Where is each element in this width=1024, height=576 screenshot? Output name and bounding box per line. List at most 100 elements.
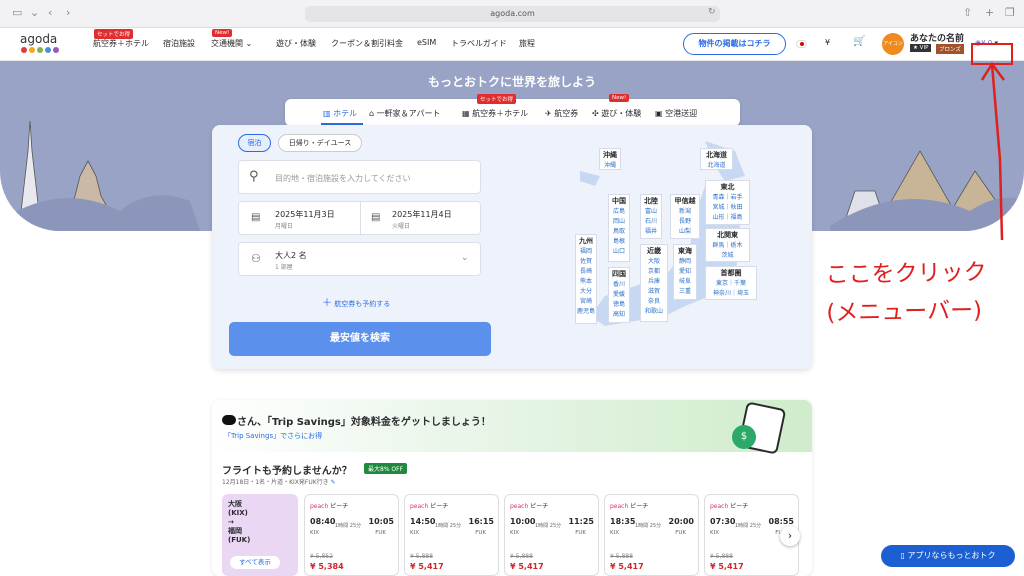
pref[interactable]: 滋賀 bbox=[641, 287, 667, 297]
carousel-next-button[interactable]: › bbox=[780, 526, 800, 546]
nav-item-transport[interactable]: 交通機関 ⌄ bbox=[211, 38, 252, 49]
pref[interactable]: 広島 bbox=[609, 207, 629, 217]
flight-card[interactable]: peach ピーチ 18:35 20:00 1時間 25分 KIX FUK ¥ 5,888 ¥… bbox=[604, 494, 699, 576]
pref[interactable]: 佐賀 bbox=[576, 257, 596, 267]
avatar[interactable]: アイコン bbox=[882, 33, 904, 55]
region-tokai[interactable]: 東海 静岡 愛知 岐阜 三重 bbox=[673, 244, 697, 300]
pref-hokkaido[interactable]: 北海道 bbox=[707, 162, 725, 169]
pref[interactable]: 香川 bbox=[609, 280, 629, 290]
region-okinawa[interactable]: 沖縄 沖縄 bbox=[599, 148, 621, 170]
pref[interactable]: 東京｜千葉 bbox=[706, 279, 756, 289]
new-tab-icon[interactable]: + bbox=[985, 6, 994, 19]
date-field[interactable]: ▤ 2025年11月3日 月曜日 ▤ 2025年11月4日 火曜日 bbox=[238, 201, 481, 235]
pref[interactable]: 兵庫 bbox=[641, 277, 667, 287]
pref[interactable]: 岐阜 bbox=[674, 277, 696, 287]
pref[interactable]: 熊本 bbox=[576, 277, 596, 287]
checkout-date[interactable]: 2025年11月4日 bbox=[392, 209, 452, 220]
pref[interactable]: 富山 bbox=[641, 207, 661, 217]
agoda-logo[interactable]: agoda bbox=[20, 32, 59, 53]
pref[interactable]: 大阪 bbox=[641, 257, 667, 267]
pref[interactable]: 新潟 bbox=[671, 207, 699, 217]
list-property-button[interactable]: 物件の掲載はコチラ bbox=[683, 33, 786, 55]
pref[interactable]: 静岡 bbox=[674, 257, 696, 267]
forward-icon[interactable]: › bbox=[66, 6, 70, 19]
pref[interactable]: 宮崎 bbox=[576, 297, 596, 307]
pref[interactable]: 三重 bbox=[674, 287, 696, 297]
pref[interactable]: 愛媛 bbox=[609, 290, 629, 300]
reload-icon[interactable]: ↻ bbox=[708, 7, 716, 17]
pref[interactable]: 群馬｜栃木 bbox=[706, 241, 749, 251]
pref[interactable]: 愛知 bbox=[674, 267, 696, 277]
address-bar[interactable]: agoda.com bbox=[305, 6, 720, 22]
pref[interactable]: 高知 bbox=[609, 310, 629, 320]
pref[interactable]: 岡山 bbox=[609, 217, 629, 227]
checkin-date[interactable]: 2025年11月3日 bbox=[275, 209, 335, 220]
share-icon[interactable]: ⇧ bbox=[963, 6, 972, 19]
region-chugoku[interactable]: 中国 広島 岡山 鳥取 島根 山口 bbox=[608, 194, 630, 262]
tab-hotel[interactable]: ▥ ホテル bbox=[323, 108, 357, 119]
nav-item-itinerary[interactable]: 旅程 bbox=[519, 38, 535, 49]
tab-flight-hotel[interactable]: ▦ 航空券＋ホテル bbox=[462, 108, 528, 119]
pref[interactable]: 長野 bbox=[671, 217, 699, 227]
region-kitakanto[interactable]: 北関東 群馬｜栃木 茨城 bbox=[705, 228, 750, 262]
pref-okinawa[interactable]: 沖縄 bbox=[604, 162, 616, 169]
search-button[interactable]: 最安値を検索 bbox=[229, 322, 491, 356]
nav-item-activities[interactable]: 遊び・体験 bbox=[276, 38, 316, 49]
pref[interactable]: 山形｜福島 bbox=[706, 213, 749, 223]
pref[interactable]: 茨城 bbox=[706, 251, 749, 261]
pref[interactable]: 山梨 bbox=[671, 227, 699, 237]
tabs-icon[interactable]: ❐ bbox=[1005, 6, 1015, 19]
region-koshinetsu[interactable]: 甲信越 新潟 長野 山梨 bbox=[670, 194, 700, 239]
add-flight-link[interactable]: ＋ 航空券も予約する bbox=[322, 294, 390, 309]
app-promo-button[interactable]: ▯ アプリならもっとおトク bbox=[881, 545, 1015, 567]
nav-item-stays[interactable]: 宿泊施設 bbox=[163, 38, 195, 49]
tab-activities[interactable]: ✣ 遊び・体験 bbox=[592, 108, 641, 119]
cart-icon[interactable]: 🛒 bbox=[853, 36, 865, 47]
pref[interactable]: 鳥取 bbox=[609, 227, 629, 237]
mode-overnight-pill[interactable]: 宿泊 bbox=[238, 134, 271, 152]
pref[interactable]: 徳島 bbox=[609, 300, 629, 310]
region-kinki[interactable]: 近畿 大阪 京都 兵庫 滋賀 奈良 和歌山 bbox=[640, 244, 668, 322]
pref[interactable]: 山口 bbox=[609, 247, 629, 257]
pref[interactable]: 大分 bbox=[576, 287, 596, 297]
pref[interactable]: 宮城｜秋田 bbox=[706, 203, 749, 213]
chevron-down-icon[interactable]: ⌄ bbox=[30, 6, 39, 19]
region-tohoku[interactable]: 東北 青森｜岩手 宮城｜秋田 山形｜福島 bbox=[705, 180, 750, 225]
currency-selector[interactable]: ¥ bbox=[825, 38, 830, 47]
pref[interactable]: 奈良 bbox=[641, 297, 667, 307]
destination-field[interactable]: ⚲ 目的地・宿泊施設を入力してください bbox=[238, 160, 481, 194]
nav-item-travel-guide[interactable]: トラベルガイド bbox=[451, 38, 507, 49]
region-kyushu[interactable]: 九州 福岡 佐賀 長崎 熊本 大分 宮崎 鹿児島 bbox=[575, 234, 597, 324]
flight-card[interactable]: peach ピーチ 14:50 16:15 1時間 25分 KIX FUK ¥ 5,888 ¥… bbox=[404, 494, 499, 576]
pref[interactable]: 福岡 bbox=[576, 247, 596, 257]
pref[interactable]: 鹿児島 bbox=[576, 307, 596, 317]
show-all-button[interactable]: すべて表示 bbox=[230, 556, 280, 569]
flag-icon[interactable] bbox=[796, 40, 807, 48]
back-icon[interactable]: ‹ bbox=[48, 6, 52, 19]
nav-item-flight-hotel[interactable]: 航空券＋ホテル bbox=[93, 38, 149, 49]
region-shutoken[interactable]: 首都圏 東京｜千葉 神奈川｜埼玉 bbox=[705, 266, 757, 300]
pref[interactable]: 京都 bbox=[641, 267, 667, 277]
region-hokuriku[interactable]: 北陸 富山 石川 福井 bbox=[640, 194, 662, 239]
pref[interactable]: 石川 bbox=[641, 217, 661, 227]
flight-card[interactable]: peach ピーチ 10:00 11:25 1時間 25分 KIX FUK ¥ 5,888 ¥… bbox=[504, 494, 599, 576]
tab-airport-transfer[interactable]: ▣ 空港送迎 bbox=[655, 108, 697, 119]
pref[interactable]: 島根 bbox=[609, 237, 629, 247]
pref[interactable]: 和歌山 bbox=[641, 307, 667, 317]
region-hokkaido[interactable]: 北海道 北海道 bbox=[700, 148, 733, 170]
guests-field[interactable]: ⚇ 大人2 名 1 部屋 ⌄ bbox=[238, 242, 481, 276]
mode-dayuse-pill[interactable]: 日帰り・デイユース bbox=[278, 134, 362, 152]
edit-icon[interactable]: ✎ bbox=[331, 479, 336, 486]
nav-item-esim[interactable]: eSIM bbox=[417, 38, 436, 47]
pref[interactable]: 福井 bbox=[641, 227, 661, 237]
promo-subtext[interactable]: 「Trip Savings」でさらにお得 bbox=[224, 431, 322, 441]
tab-homes[interactable]: ⌂ 一軒家＆アパート bbox=[369, 108, 440, 119]
pref[interactable]: 青森｜岩手 bbox=[706, 193, 749, 203]
flight-card[interactable]: peach ピーチ 08:40 10:05 1時間 25分 KIX FUK ¥ 5,852 ¥… bbox=[304, 494, 399, 576]
region-shikoku[interactable]: 四国 香川 愛媛 徳島 高知 bbox=[608, 267, 630, 323]
pref[interactable]: 長崎 bbox=[576, 267, 596, 277]
tab-flights[interactable]: ✈ 航空券 bbox=[545, 108, 578, 119]
pref[interactable]: 神奈川｜埼玉 bbox=[706, 289, 756, 299]
nav-item-coupons[interactable]: クーポン＆割引料金 bbox=[331, 38, 403, 49]
sidebar-icon[interactable]: ▭ bbox=[12, 6, 22, 19]
